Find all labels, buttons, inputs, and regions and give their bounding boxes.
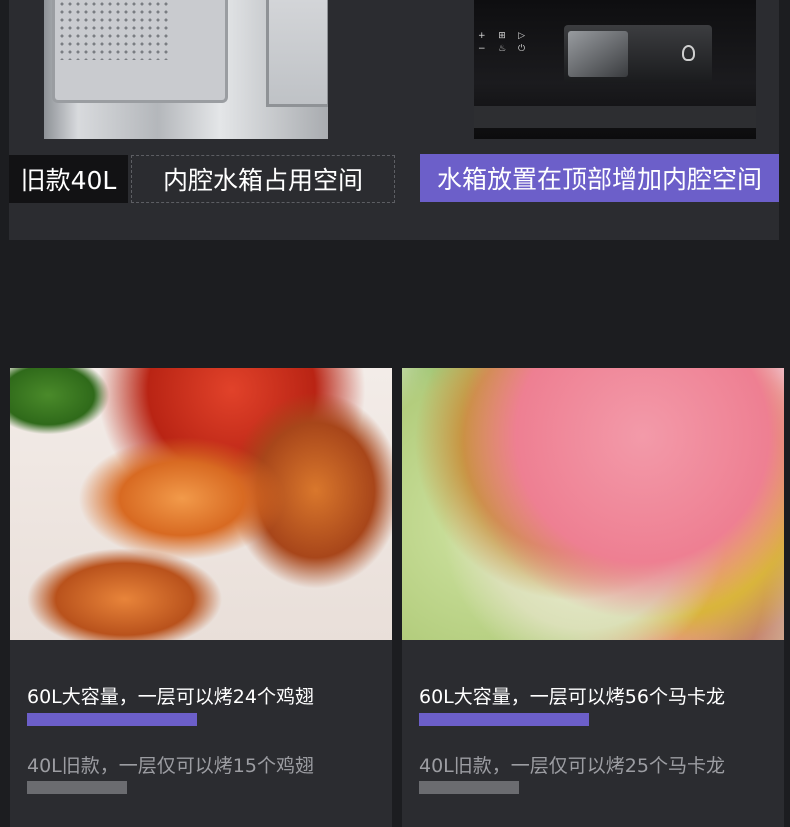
card-macarons: 60L大容量，一层可以烤56个马卡龙 40L旧款，一层仅可以烤25个马卡龙 — [402, 368, 784, 827]
tank-glass — [568, 31, 628, 77]
plus-icon: + — [478, 31, 486, 41]
old-model-tag: 旧款40L — [9, 155, 128, 203]
control-column-2: ⊞ ♨ — [498, 30, 506, 56]
chicken-wings-image — [10, 368, 392, 640]
capacity-old-bar — [419, 781, 519, 794]
play-icon: ▷ — [518, 31, 526, 41]
capacity-new-bar — [27, 713, 197, 726]
top-water-tank — [564, 25, 712, 83]
old-model-description: 内腔水箱占用空间 — [131, 155, 395, 203]
steam-holes — [58, 0, 168, 60]
new-oven-top-tank-photo: + − ⊞ ♨ ▷ ⏻ — [474, 0, 756, 139]
card-chicken-wings: 60L大容量，一层可以烤24个鸡翅 40L旧款，一层仅可以烤15个鸡翅 — [10, 368, 392, 827]
capacity-new-bar — [419, 713, 589, 726]
minus-icon: − — [478, 44, 486, 54]
old-oven-interior-photo — [44, 0, 328, 139]
new-model-description: 水箱放置在顶部增加内腔空间 — [420, 154, 779, 202]
capacity-old-text: 40L旧款，一层仅可以烤25个马卡龙 — [419, 755, 725, 777]
brand-logo-icon — [682, 45, 695, 61]
steam-icon: ♨ — [498, 44, 507, 54]
control-column-1: + − — [478, 30, 486, 56]
oven-door-strip — [474, 106, 756, 128]
power-icon: ⏻ — [518, 44, 526, 54]
capacity-old-bar — [27, 781, 127, 794]
macarons-image — [402, 368, 784, 640]
grid-icon: ⊞ — [498, 31, 506, 41]
control-column-3: ▷ ⏻ — [518, 30, 525, 56]
capacity-new-text: 60L大容量，一层可以烤24个鸡翅 — [27, 686, 314, 708]
capacity-new-text: 60L大容量，一层可以烤56个马卡龙 — [419, 686, 725, 708]
capacity-old-text: 40L旧款，一层仅可以烤15个鸡翅 — [27, 755, 314, 777]
internal-water-tank — [266, 0, 328, 107]
